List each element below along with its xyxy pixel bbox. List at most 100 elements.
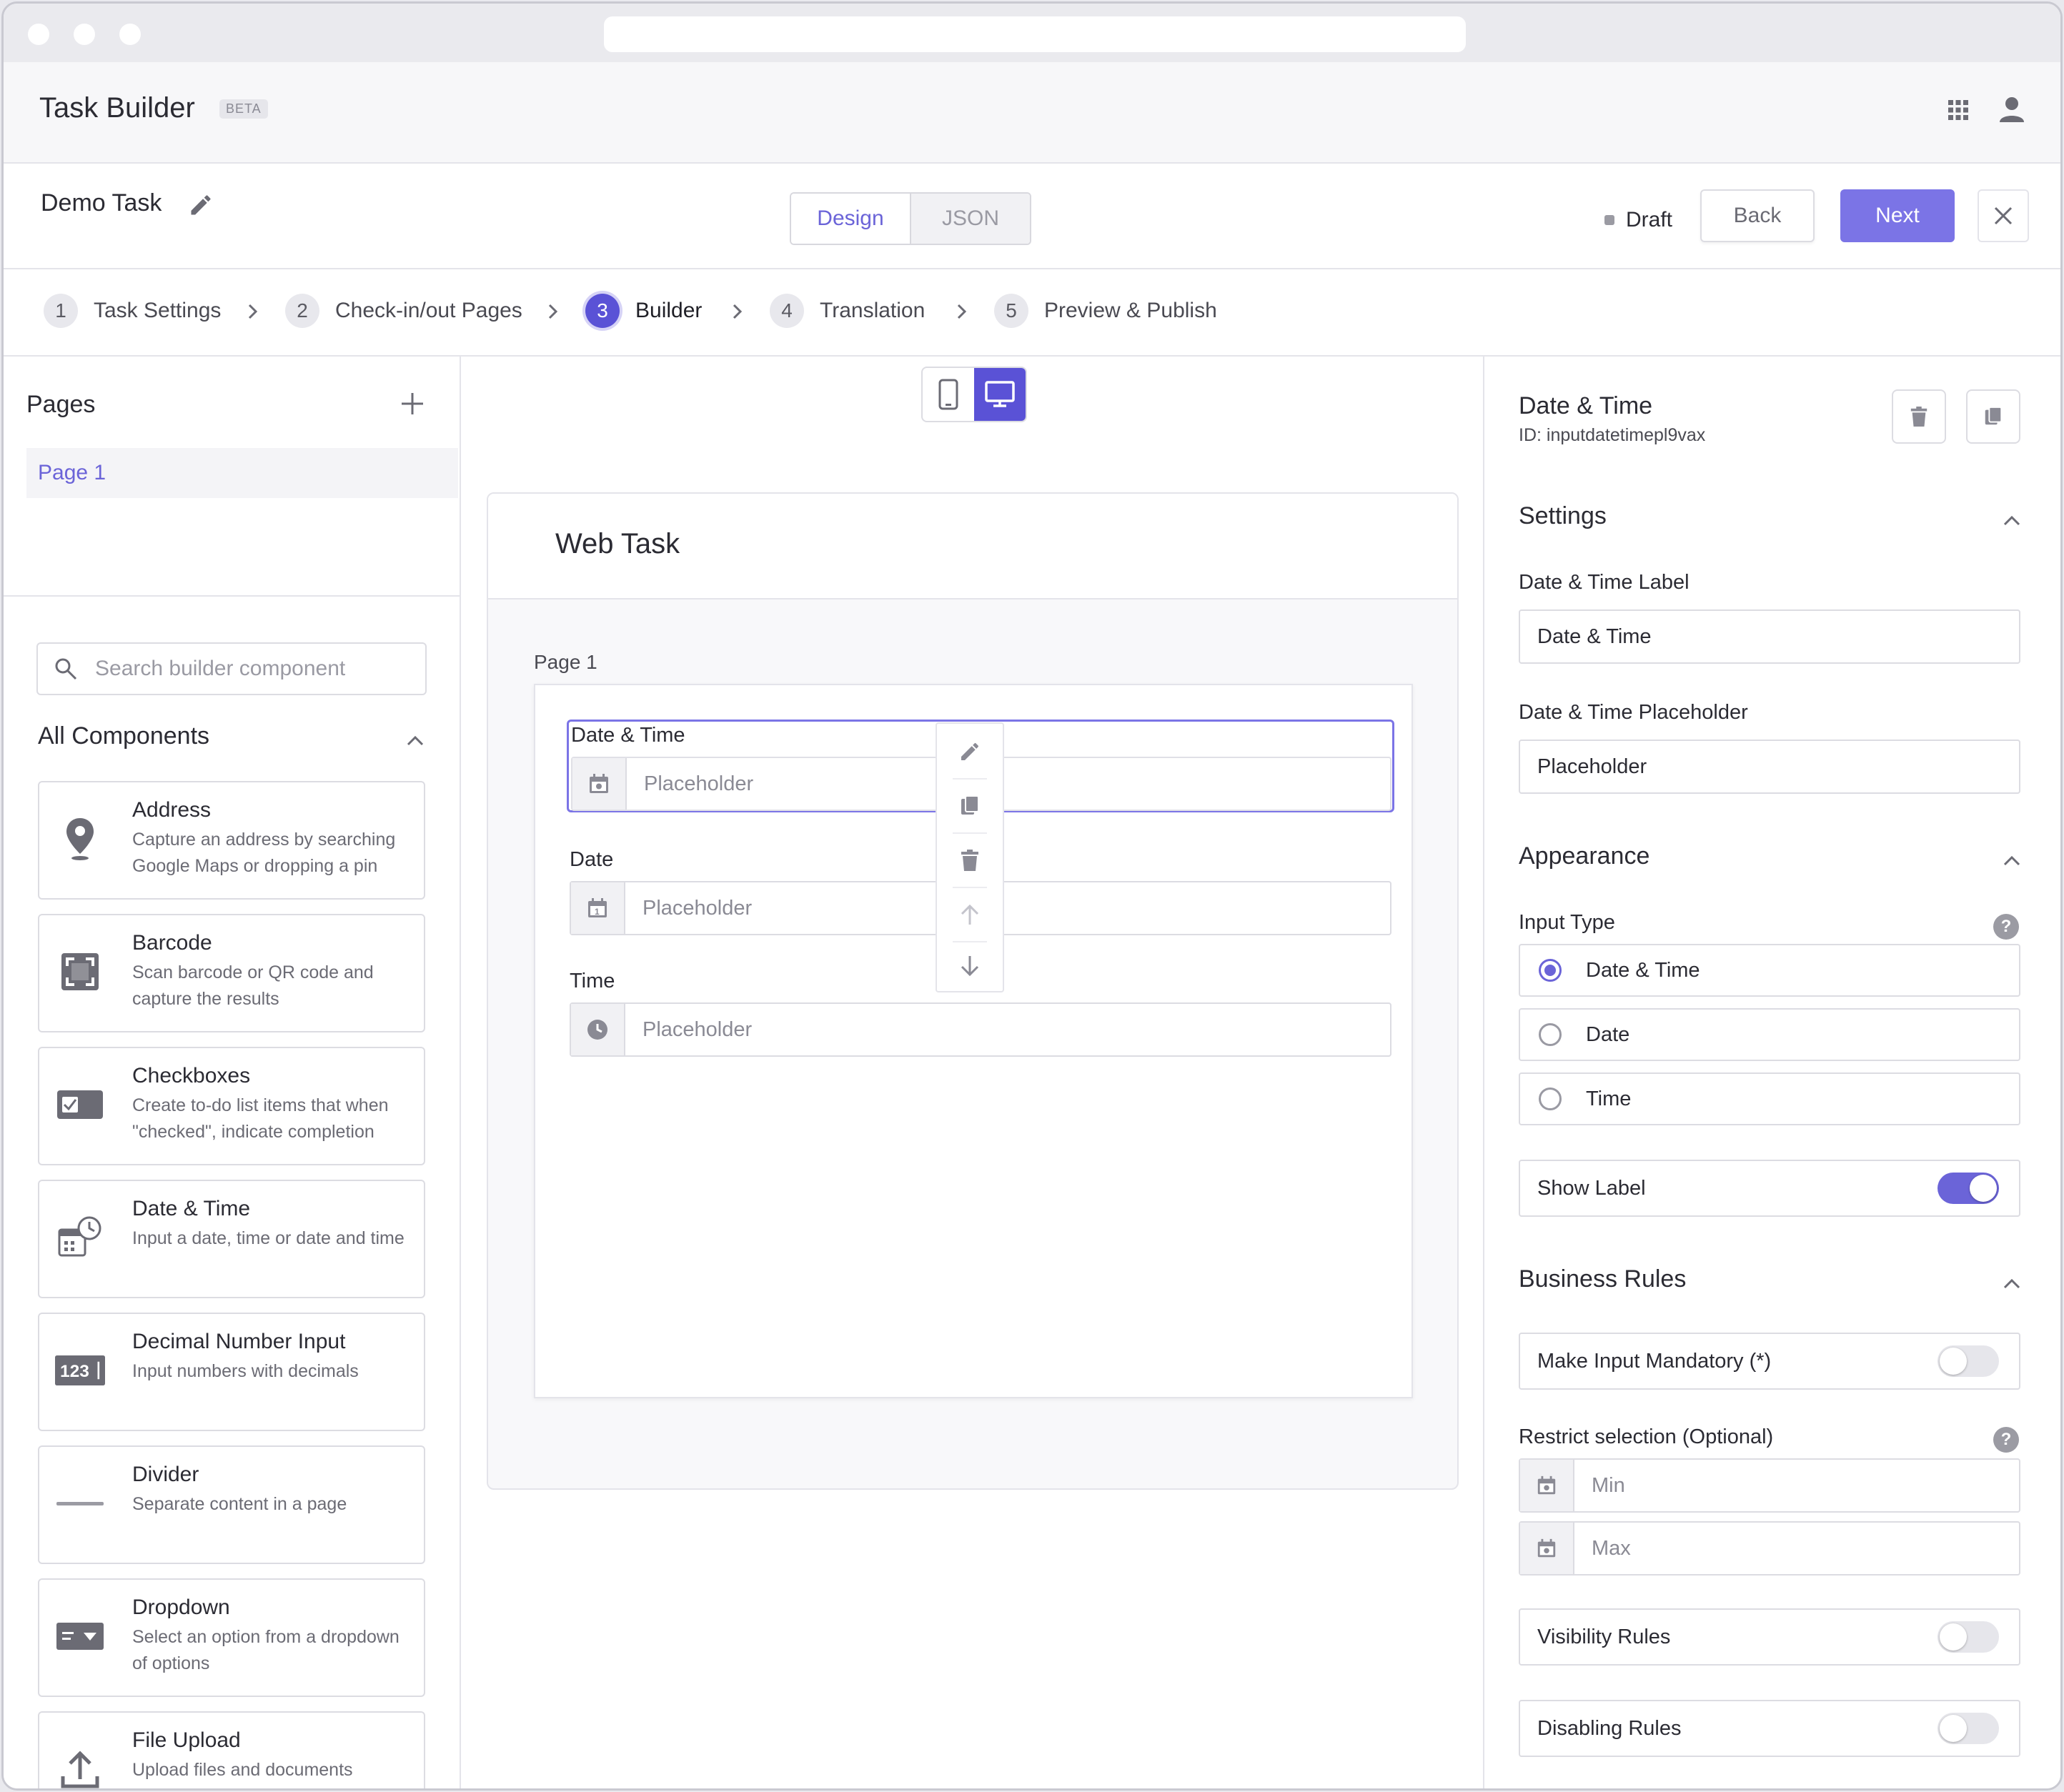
- divider: [4, 595, 460, 597]
- appearance-section-title: Appearance: [1519, 842, 1650, 870]
- svg-text:1: 1: [595, 907, 600, 917]
- component-card-file-upload[interactable]: File Upload Upload files and documents: [38, 1711, 425, 1788]
- chevron-up-icon[interactable]: [2002, 511, 2022, 531]
- window-maximize-dot[interactable]: [119, 24, 141, 45]
- input-type-label: Input Type: [1519, 911, 1615, 934]
- max-input-field[interactable]: [1574, 1523, 2019, 1574]
- disabling-rules-toggle[interactable]: [1938, 1713, 1999, 1744]
- component-card-checkboxes[interactable]: Checkboxes Create to-do list items that …: [38, 1047, 425, 1165]
- checkbox-icon: [55, 1080, 105, 1130]
- radio-option-date-time[interactable]: Date & Time: [1519, 944, 2020, 997]
- close-button[interactable]: [1978, 189, 2029, 242]
- visibility-rules-row: Visibility Rules: [1519, 1608, 2020, 1666]
- label-input-field[interactable]: [1520, 624, 2019, 649]
- chevron-right-icon: [548, 304, 558, 319]
- step-task-settings[interactable]: 1 Task Settings: [44, 294, 221, 328]
- chevron-up-icon[interactable]: [2002, 1274, 2022, 1294]
- web-task-title: Web Task: [555, 528, 680, 559]
- status-dot-icon: [1604, 215, 1614, 225]
- address-bar[interactable]: [604, 16, 1466, 52]
- component-card-dropdown[interactable]: Dropdown Select an option from a dropdow…: [38, 1578, 425, 1697]
- task-header: Demo Task Design JSON Draft Back Next: [4, 164, 2060, 269]
- back-button[interactable]: Back: [1700, 189, 1815, 242]
- duplicate-component-button[interactable]: [1966, 389, 2020, 444]
- radio-button[interactable]: [1539, 1023, 1562, 1046]
- browser-window: Task Builder BETA Demo Task Design JSON …: [1, 1, 2063, 1791]
- desktop-view-button[interactable]: [974, 368, 1026, 421]
- pages-title: Pages: [26, 391, 96, 418]
- step-check-in-out-pages[interactable]: 2 Check-in/out Pages: [285, 294, 522, 328]
- clock-icon: [571, 1004, 625, 1055]
- arrow-up-icon: [961, 904, 979, 925]
- radio-option-time[interactable]: Time: [1519, 1072, 2020, 1125]
- next-button[interactable]: Next: [1840, 189, 1955, 242]
- edit-pencil-icon[interactable]: [188, 192, 214, 218]
- component-toolbar: [936, 722, 1004, 992]
- tab-design[interactable]: Design: [791, 194, 910, 244]
- copy-icon: [961, 795, 979, 815]
- stepper: 1 Task Settings 2 Check-in/out Pages 3 B…: [4, 269, 2060, 357]
- delete-component-button[interactable]: [1892, 389, 1946, 444]
- chevron-right-icon: [957, 304, 967, 319]
- trash-icon: [961, 850, 978, 871]
- duplicate-component-button[interactable]: [937, 780, 1003, 832]
- move-down-button[interactable]: [937, 940, 1003, 992]
- window-minimize-dot[interactable]: [74, 24, 95, 45]
- radio-button-selected[interactable]: [1539, 959, 1562, 982]
- window-close-dot[interactable]: [28, 24, 49, 45]
- delete-component-button[interactable]: [937, 834, 1003, 887]
- status-text: Draft: [1626, 208, 1673, 232]
- number-123-icon: 123: [55, 1345, 105, 1395]
- user-account-icon[interactable]: [1998, 95, 2026, 124]
- radio-option-date[interactable]: Date: [1519, 1008, 2020, 1061]
- mobile-view-button[interactable]: [923, 368, 974, 421]
- move-up-button[interactable]: [937, 888, 1003, 941]
- component-card-barcode[interactable]: Barcode Scan barcode or QR code and capt…: [38, 914, 425, 1032]
- tab-json[interactable]: JSON: [910, 194, 1030, 244]
- time-input[interactable]: [570, 1002, 1391, 1057]
- barcode-scan-icon: [55, 947, 105, 997]
- mandatory-toggle[interactable]: [1938, 1345, 1999, 1377]
- add-page-icon[interactable]: [400, 391, 425, 417]
- placeholder-input-field[interactable]: [1520, 755, 2019, 779]
- chevron-up-icon[interactable]: [405, 731, 425, 751]
- all-components-title: All Components: [38, 722, 210, 750]
- trash-icon: [1910, 407, 1927, 427]
- copy-icon: [1985, 406, 2003, 425]
- show-label-toggle[interactable]: [1938, 1173, 1999, 1204]
- field-label-time: Time: [570, 970, 615, 992]
- chevron-up-icon[interactable]: [2002, 851, 2022, 871]
- component-card-decimal-number[interactable]: 123 Decimal Number Input Input numbers w…: [38, 1313, 425, 1431]
- min-input-field[interactable]: [1574, 1460, 2019, 1511]
- app-title: Task Builder: [39, 92, 195, 124]
- search-input[interactable]: [95, 657, 410, 681]
- time-placeholder[interactable]: [625, 1004, 1390, 1055]
- component-card-date-time[interactable]: Date & Time Input a date, time or date a…: [38, 1180, 425, 1298]
- date-placeholder[interactable]: [625, 882, 1390, 934]
- page-list-item[interactable]: Page 1: [26, 448, 458, 498]
- component-card-divider[interactable]: Divider Separate content in a page: [38, 1445, 425, 1564]
- label-field-label: Date & Time Label: [1519, 571, 1690, 594]
- step-preview-publish[interactable]: 5 Preview & Publish: [994, 294, 1217, 328]
- edit-component-button[interactable]: [937, 725, 1003, 778]
- field-label-date: Date: [570, 848, 614, 871]
- settings-section-title: Settings: [1519, 502, 1607, 529]
- disabling-rules-row: Disabling Rules: [1519, 1700, 2020, 1757]
- status-indicator: Draft: [1604, 208, 1672, 232]
- visibility-rules-toggle[interactable]: [1938, 1621, 1999, 1653]
- component-card-address[interactable]: Address Capture an address by searching …: [38, 781, 425, 900]
- date-time-placeholder[interactable]: [627, 758, 1390, 810]
- business-rules-section-title: Business Rules: [1519, 1265, 1687, 1293]
- step-translation[interactable]: 4 Translation: [770, 294, 925, 328]
- placeholder-input: [1519, 740, 2020, 794]
- builder-canvas: Web Task Page 1 Date & Time Date 1: [461, 357, 1483, 1788]
- component-id: ID: inputdatetimepl9vax: [1519, 425, 1706, 445]
- apps-grid-icon[interactable]: [1948, 99, 1969, 121]
- help-icon[interactable]: ?: [1993, 914, 2019, 940]
- help-icon[interactable]: ?: [1993, 1427, 2019, 1453]
- step-builder[interactable]: 3 Builder: [585, 294, 702, 328]
- component-search: [36, 642, 427, 695]
- radio-button[interactable]: [1539, 1087, 1562, 1110]
- max-date-input: [1519, 1521, 2020, 1576]
- browser-chrome: [4, 4, 2060, 62]
